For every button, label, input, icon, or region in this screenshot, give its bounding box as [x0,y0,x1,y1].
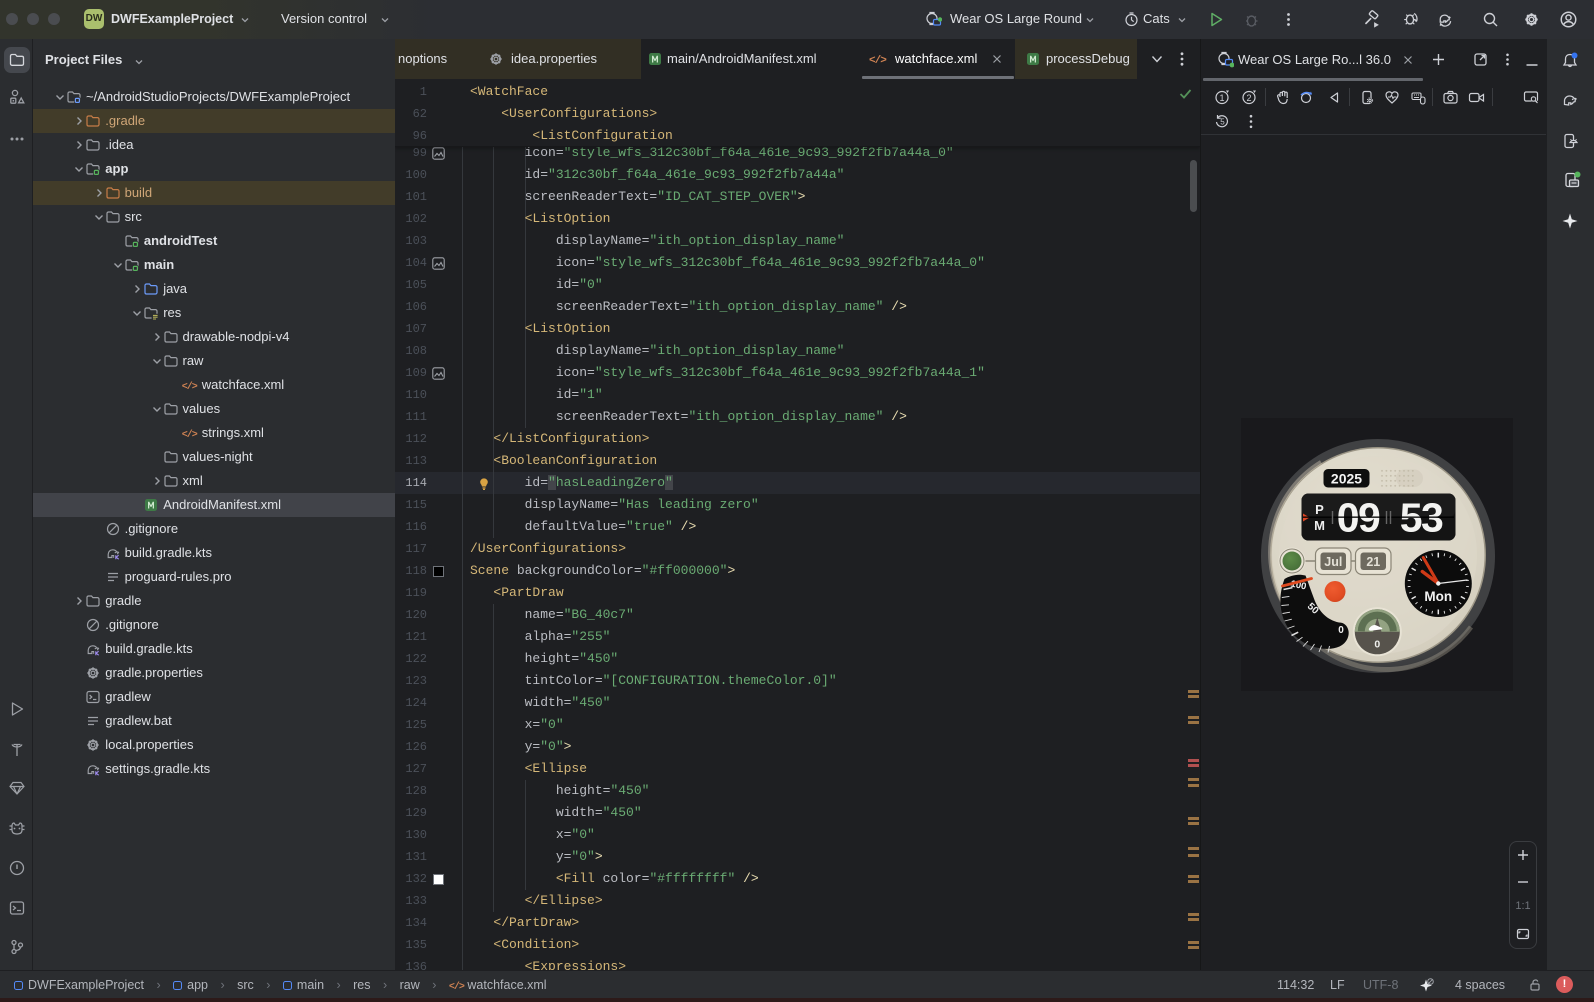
svg-text:1: 1 [1219,93,1224,103]
svg-text:0: 0 [1374,639,1380,651]
svg-text:5: 5 [1220,118,1225,127]
svg-text:0: 0 [1338,625,1344,636]
svg-text:Jul: Jul [1324,555,1342,569]
svg-text:21: 21 [1366,555,1380,569]
svg-text:2: 2 [1246,93,1251,103]
svg-text:P: P [1315,502,1324,517]
svg-text:M: M [1314,518,1325,533]
svg-text:Mon: Mon [1424,589,1452,604]
svg-text:2025: 2025 [1331,471,1362,487]
